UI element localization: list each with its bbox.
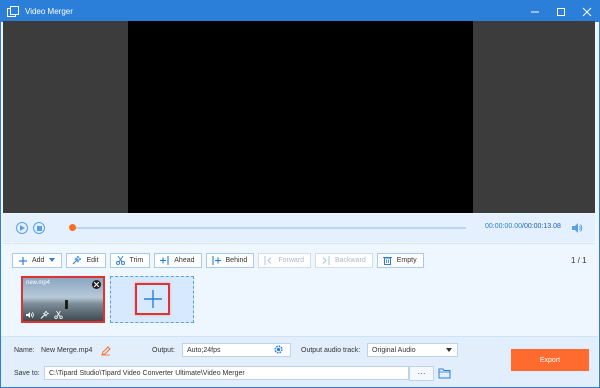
pencil-icon [101, 346, 111, 356]
minimize-button[interactable] [529, 6, 541, 18]
ahead-button[interactable]: Ahead [154, 253, 202, 268]
scissors-icon [54, 311, 63, 319]
empty-button[interactable]: Empty [376, 253, 424, 268]
edit-label: Edit [86, 257, 99, 264]
save-path-value: C:\Tipard Studio\Tipard Video Converter … [49, 369, 245, 377]
empty-label: Empty [396, 257, 417, 264]
edit-button[interactable]: Edit [66, 253, 106, 268]
add-clip-highlight [135, 283, 170, 315]
close-icon [582, 7, 592, 16]
output-label: Output: [152, 347, 175, 354]
progress-track[interactable] [73, 227, 466, 229]
window-title: Video Merger [25, 7, 73, 16]
folder-icon [438, 368, 451, 379]
minimize-icon [531, 11, 539, 12]
save-path-field[interactable]: C:\Tipard Studio\Tipard Video Converter … [44, 366, 409, 380]
volume-button[interactable] [571, 222, 583, 234]
browse-button[interactable]: ··· [409, 366, 434, 381]
clip-trim-button[interactable] [54, 311, 63, 319]
audio-track-select[interactable]: Original Audio [367, 343, 458, 357]
chevron-down-icon [446, 348, 452, 352]
scissors-icon [115, 256, 125, 265]
maximize-icon [557, 7, 565, 16]
progress-thumb[interactable] [69, 224, 76, 231]
stop-button[interactable] [33, 222, 45, 234]
backward-icon [321, 256, 330, 265]
behind-label: Behind [225, 257, 248, 264]
behind-button[interactable]: Behind [205, 253, 255, 268]
move-behind-icon [211, 256, 221, 265]
stop-icon [36, 225, 42, 231]
trim-button[interactable]: Trim [109, 253, 151, 268]
divider [3, 243, 595, 244]
open-folder-button[interactable] [438, 367, 451, 379]
volume-icon [26, 312, 34, 318]
clip-volume-button[interactable] [26, 311, 35, 319]
toolbar: Add Edit Trim Ahead Behind Forward Backw… [12, 253, 424, 268]
timecode: 00:00:00.00/00:00:13.08 [485, 223, 561, 230]
window-controls [529, 1, 593, 22]
total-time: 00:00:13.08 [523, 223, 561, 230]
gear-icon [274, 345, 283, 354]
output-file-name[interactable]: New Merge.mp4 [41, 347, 92, 354]
output-format-value: Auto;24fps [187, 346, 221, 354]
forward-button[interactable]: Forward [258, 253, 311, 268]
maximize-button[interactable] [555, 6, 567, 18]
forward-label: Forward [278, 257, 304, 264]
backward-button[interactable]: Backward [315, 253, 373, 268]
trim-label: Trim [129, 257, 144, 264]
magic-wand-icon [72, 256, 82, 265]
clip-edit-button[interactable] [40, 311, 49, 319]
name-label: Name: [14, 347, 35, 354]
title-bar: Video Merger [1, 1, 599, 22]
add-label: Add [32, 257, 45, 264]
page-indicator: 1 / 1 [571, 256, 587, 265]
ahead-label: Ahead [174, 257, 195, 264]
output-settings-button[interactable] [273, 344, 284, 355]
plus-icon [18, 256, 27, 265]
clip-name: new.mp4 [26, 280, 51, 286]
preview-letterbox-left [3, 21, 128, 213]
clip-remove-button[interactable] [92, 280, 101, 289]
app-logo-icon [7, 6, 19, 17]
forward-icon [264, 256, 273, 265]
close-button[interactable] [581, 6, 593, 18]
clip-preview-figure [65, 300, 68, 309]
clip-actions [26, 311, 63, 319]
audio-track-label: Output audio track: [301, 347, 361, 354]
audio-track-value: Original Audio [372, 346, 416, 354]
export-button[interactable]: Export [511, 349, 589, 371]
trash-icon [382, 256, 392, 265]
bottom-panel: Name: New Merge.mp4 Output: Auto;24fps O… [1, 336, 598, 387]
add-button[interactable]: Add [12, 253, 63, 268]
plus-icon [143, 290, 162, 308]
video-clip-thumbnail[interactable]: new.mp4 [21, 276, 105, 323]
backward-label: Backward [335, 257, 366, 264]
close-icon [94, 282, 99, 287]
save-to-label: Save to: [14, 370, 40, 377]
add-clip-slot[interactable] [110, 276, 194, 323]
video-preview [128, 21, 473, 213]
preview-letterbox-right [473, 21, 595, 213]
add-dropdown-icon [49, 257, 56, 264]
volume-icon [572, 223, 583, 233]
magic-wand-icon [40, 311, 49, 319]
play-icon [20, 225, 25, 231]
play-button[interactable] [16, 222, 28, 234]
move-ahead-icon [160, 256, 169, 265]
playback-bar: 00:00:00.00/00:00:13.08 [3, 214, 595, 242]
current-time: 00:00:00.00 [485, 223, 522, 230]
rename-button[interactable] [101, 346, 111, 356]
